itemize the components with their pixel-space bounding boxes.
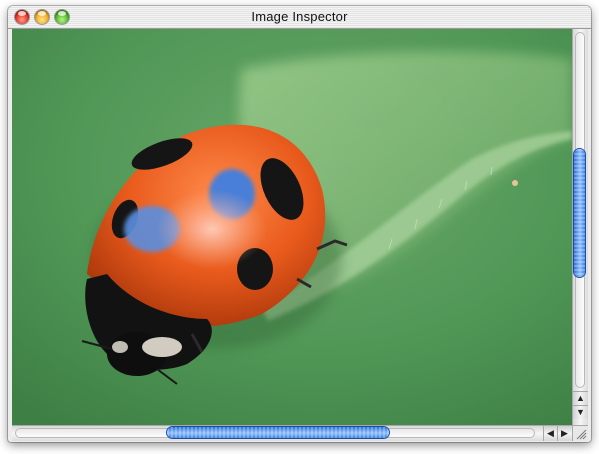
- window-title: Image Inspector: [251, 9, 348, 24]
- title-bar[interactable]: Image Inspector: [8, 6, 591, 29]
- horizontal-scrollbar[interactable]: ◀ ▶: [12, 425, 572, 441]
- vertical-scroll-thumb[interactable]: [574, 149, 585, 277]
- vertical-scrollbar[interactable]: ▲ ▼: [572, 29, 588, 425]
- scroll-left-icon[interactable]: ◀: [543, 426, 557, 441]
- ladybug-photo: [12, 29, 572, 425]
- image-inspector-window: Image Inspector ▲ ▼ ◀ ▶: [8, 6, 591, 442]
- image-viewport[interactable]: [12, 29, 572, 425]
- scroll-right-icon[interactable]: ▶: [557, 426, 571, 441]
- resize-grip-icon[interactable]: [572, 425, 588, 441]
- horizontal-scroll-thumb[interactable]: [167, 427, 389, 438]
- scroll-down-icon[interactable]: ▼: [573, 405, 588, 419]
- scroll-up-icon[interactable]: ▲: [573, 391, 588, 405]
- resize-grip-lines: [576, 429, 587, 440]
